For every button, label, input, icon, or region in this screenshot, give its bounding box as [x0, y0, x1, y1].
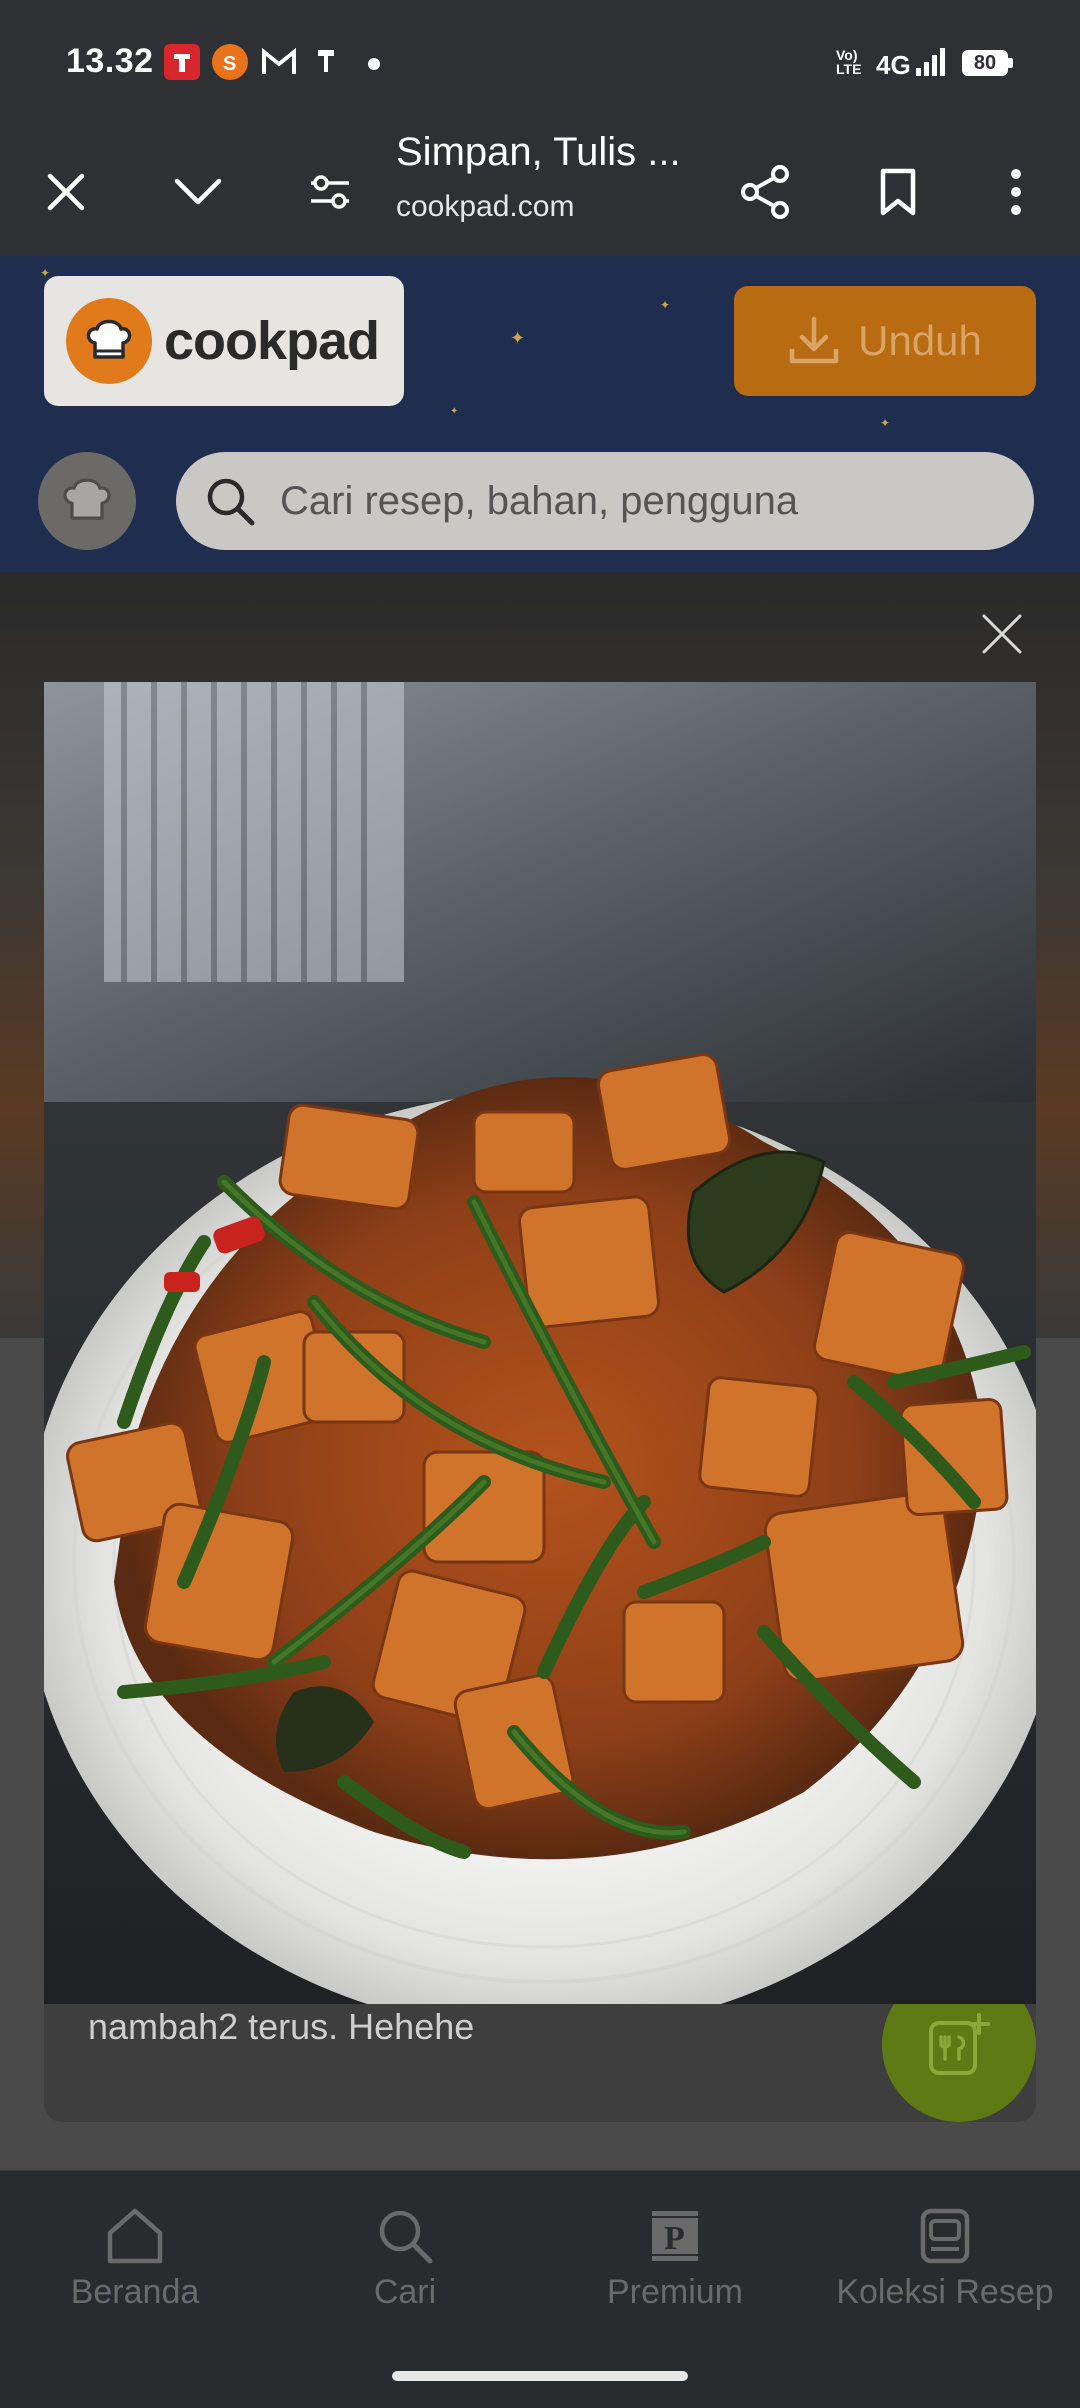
- gmail-icon: [262, 47, 296, 81]
- close-icon: [982, 614, 1022, 654]
- search-icon: [207, 478, 255, 526]
- premium-icon: P: [652, 2210, 698, 2261]
- signal-icon: [914, 46, 950, 83]
- close-icon: [47, 173, 85, 211]
- recipe-photo-enlarged: [44, 682, 1036, 2004]
- telkomsel-icon: [164, 44, 200, 80]
- more-options-button[interactable]: [966, 128, 1066, 256]
- status-bar: 13.32 S Vo) LTE 4G 80: [0, 0, 1080, 128]
- more-vert-icon: [1011, 169, 1021, 215]
- nav-item-beranda[interactable]: Beranda: [0, 2171, 270, 2347]
- tune-icon: [311, 175, 349, 209]
- bookmark-icon: [880, 168, 916, 216]
- bottom-navigation: Beranda Cari P Premium Koleksi Resep: [0, 2170, 1080, 2347]
- share-icon: [741, 165, 789, 219]
- profile-avatar-button[interactable]: [38, 452, 136, 550]
- chef-hat-icon: [63, 478, 111, 520]
- bookmark-button[interactable]: [848, 128, 948, 256]
- svg-text:S: S: [223, 53, 236, 75]
- volte-label: Vo) LTE: [836, 47, 862, 77]
- download-label: Unduh: [858, 317, 982, 364]
- cookpad-logo[interactable]: cookpad: [44, 276, 404, 406]
- battery-level: 80: [973, 51, 997, 74]
- search-placeholder: Cari resep, bahan, pengguna: [280, 478, 799, 523]
- nav-label: Cari: [373, 2272, 437, 2311]
- close-image-button[interactable]: [964, 596, 1040, 672]
- status-time: 13.32: [66, 42, 154, 80]
- page-url[interactable]: cookpad.com: [396, 190, 574, 224]
- nav-item-cari[interactable]: Cari: [270, 2171, 540, 2347]
- logo-text: cookpad: [164, 311, 380, 371]
- nav-label: Koleksi Resep: [836, 2272, 1054, 2311]
- page-title[interactable]: Simpan, Tulis ...: [396, 130, 681, 175]
- minimize-button[interactable]: [148, 128, 248, 256]
- search-input[interactable]: Cari resep, bahan, pengguna: [176, 452, 1034, 550]
- battery-tip: [1008, 58, 1013, 68]
- share-button[interactable]: [716, 128, 816, 256]
- shopee-icon: S: [212, 44, 248, 80]
- site-header: ✦ ✦ ✦ ✦ ✦ ✦ cookpad Unduh Cari resep, ba…: [0, 256, 1080, 572]
- svg-text:P: P: [664, 2220, 685, 2257]
- nav-item-premium[interactable]: P Premium: [540, 2171, 810, 2347]
- download-icon: [789, 316, 839, 364]
- notification-dot-icon: [368, 58, 380, 70]
- network-label: 4G: [876, 50, 911, 80]
- download-button[interactable]: Unduh: [734, 286, 1036, 396]
- story-snippet-text: nambah2 terus. Hehehe: [88, 2006, 475, 2047]
- usb-icon: [316, 48, 336, 83]
- chef-hat-icon: [66, 298, 152, 384]
- cook-plan-icon: [929, 2013, 990, 2075]
- nav-item-koleksi-resep[interactable]: Koleksi Resep: [810, 2171, 1080, 2347]
- home-gesture-handle[interactable]: [392, 2371, 688, 2381]
- search-icon: [379, 2210, 433, 2263]
- collection-icon: [920, 2208, 970, 2263]
- nav-label: Premium: [606, 2272, 744, 2311]
- chevron-down-icon: [174, 178, 222, 205]
- home-icon: [107, 2208, 163, 2263]
- browser-toolbar: Simpan, Tulis ... cookpad.com: [0, 128, 1080, 256]
- nav-label: Beranda: [70, 2272, 200, 2311]
- battery-icon: 80: [962, 50, 1008, 76]
- close-tab-button[interactable]: [16, 128, 116, 256]
- site-settings-button[interactable]: [280, 128, 380, 256]
